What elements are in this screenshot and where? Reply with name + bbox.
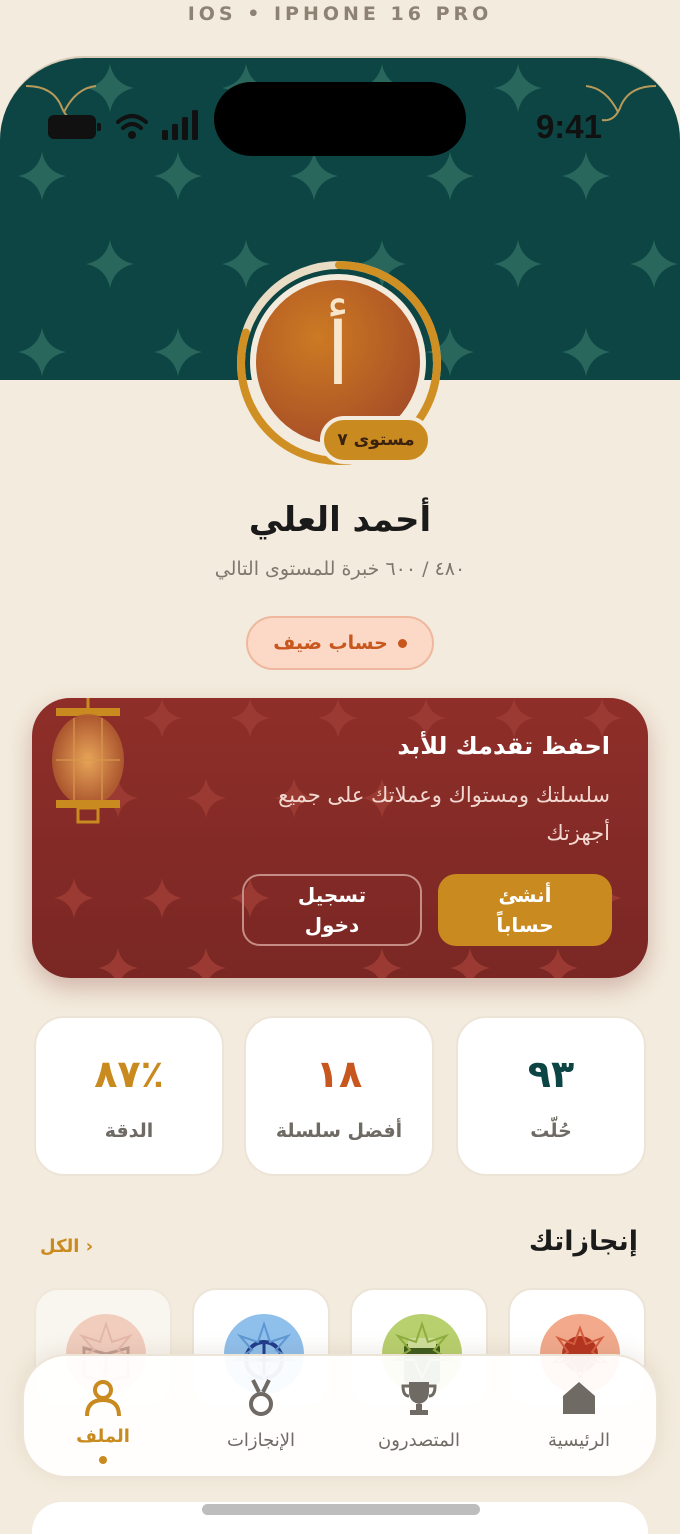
medal-icon	[249, 1379, 273, 1416]
stat-label-best-streak: أفضل سلسلة	[275, 1120, 403, 1142]
tab-profile[interactable]: الملف	[28, 1356, 178, 1480]
guest-account-badge: حساب ضيف	[246, 616, 434, 670]
tab-achievements[interactable]: الإنجازات	[186, 1356, 336, 1480]
status-dot-icon	[397, 639, 407, 648]
status-bar: 9:41	[0, 58, 680, 168]
stat-card-best-streak: ١٨ أفضل سلسلة	[244, 1016, 434, 1176]
stat-card-accuracy: ٨٧٪ الدقة	[34, 1016, 224, 1176]
trophy-icon	[401, 1382, 437, 1415]
stat-card-solved: ٩٣ حُلّت	[456, 1016, 646, 1176]
tab-achievements-label: الإنجازات	[226, 1430, 296, 1451]
profile-name: أحمد العلي	[248, 500, 432, 540]
stat-value-best-streak: ١٨	[315, 1052, 363, 1096]
home-icon	[563, 1382, 595, 1414]
dynamic-island	[214, 82, 466, 156]
tab-leaderboard-label: المتصدرون	[378, 1430, 460, 1451]
active-tab-indicator	[99, 1456, 107, 1464]
save-card-description: سلسلتك ومستواك وعملاتك على جميع أجهزتك	[278, 783, 610, 845]
status-time: 9:41	[535, 108, 602, 145]
phone-screen: 9:41 أ مستوى ٧ أحمد العلي ٤٨٠ / ٦٠٠ خبرة…	[0, 56, 680, 1534]
stat-label-solved: حُلّت	[530, 1120, 572, 1142]
stat-label-accuracy: الدقة	[104, 1120, 154, 1142]
stat-value-accuracy: ٨٧٪	[94, 1052, 164, 1096]
tab-profile-label: الملف	[76, 1426, 130, 1447]
level-badge: مستوى ٧	[320, 416, 432, 464]
lantern-icon	[52, 698, 124, 824]
guest-badge-label: حساب ضيف	[273, 632, 388, 654]
login-button[interactable]: تسجيل دخول	[242, 874, 422, 946]
achievements-section-title: إنجازاتك	[528, 1226, 638, 1257]
see-all-achievements-link[interactable]: الكل ›	[40, 1236, 93, 1257]
save-card-title: احفظ تقدمك للأبد	[397, 732, 610, 760]
tab-home[interactable]: الرئيسية	[504, 1356, 654, 1480]
create-account-button[interactable]: أنشئ حساباً	[438, 874, 612, 946]
xp-progress-text: ٤٨٠ / ٦٠٠ خبرة للمستوى التالي	[214, 558, 466, 580]
stat-value-solved: ٩٣	[527, 1052, 575, 1096]
bottom-tab-bar: الرئيسية المتصدرون الإنجازات الملف	[22, 1354, 658, 1478]
save-progress-card: احفظ تقدمك للأبد سلسلتك ومستواك وعملاتك …	[32, 698, 648, 978]
cellular-signal-icon	[162, 110, 198, 140]
wifi-icon	[116, 114, 148, 139]
tab-leaderboard[interactable]: المتصدرون	[344, 1356, 494, 1480]
battery-icon	[48, 115, 101, 139]
home-indicator[interactable]	[202, 1504, 480, 1515]
device-caption: IOS • IPHONE 16 PRO	[187, 3, 493, 25]
tab-home-label: الرئيسية	[548, 1430, 610, 1451]
person-icon	[85, 1380, 121, 1417]
